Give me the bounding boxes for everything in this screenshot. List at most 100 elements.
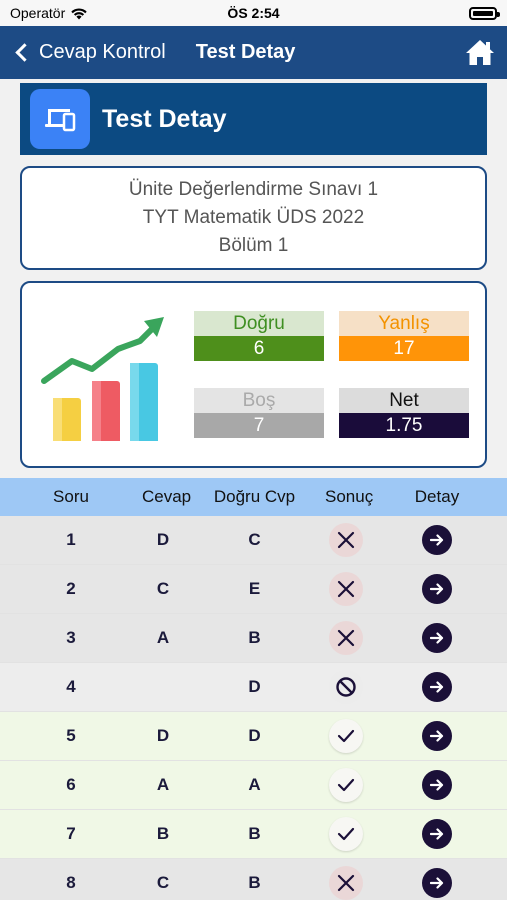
header-card: Test Detay <box>20 83 487 155</box>
exam-subject: TYT Matematik ÜDS 2022 <box>142 207 365 228</box>
row-soru: 3 <box>66 628 76 647</box>
header-dogru-cvp: Doğru Cvp <box>213 487 296 506</box>
row-sonuc <box>325 572 367 606</box>
row-cevap: A <box>156 628 170 647</box>
table-row: 1 D C <box>0 516 507 565</box>
exam-name: Ünite Değerlendirme Sınavı 1 <box>128 179 379 200</box>
row-soru: 6 <box>66 775 76 794</box>
row-soru: 1 <box>66 530 76 549</box>
table-row: 3 A B <box>0 614 507 663</box>
row-sonuc <box>325 621 367 655</box>
back-button[interactable]: Cevap Kontrol <box>14 41 166 64</box>
growth-chart-icon <box>41 317 164 441</box>
stat-net-value: 1.75 <box>339 413 469 438</box>
stat-empty-label: Boş <box>194 388 324 413</box>
nav-bar: Cevap Kontrol Test Detay <box>0 26 507 79</box>
stat-wrong: Yanlış 17 <box>339 311 469 361</box>
exam-section: Bölüm 1 <box>218 235 289 256</box>
stat-net: Net 1.75 <box>339 388 469 438</box>
row-cevap: D <box>156 530 170 549</box>
wrong-x-icon <box>329 621 363 655</box>
carrier-label: Operatör <box>10 5 66 21</box>
table-row: 2 C E <box>0 565 507 614</box>
detail-arrow-button[interactable] <box>422 819 452 849</box>
wifi-icon <box>71 7 87 19</box>
devices-icon <box>45 109 76 132</box>
table-row: 7 B B <box>0 810 507 859</box>
status-left: Operatör <box>10 5 88 21</box>
detail-arrow-button[interactable] <box>422 525 452 555</box>
detail-arrow-button[interactable] <box>422 623 452 653</box>
arrow-right-icon <box>430 730 444 742</box>
row-cevap: C <box>156 873 170 892</box>
device-icon <box>30 89 90 149</box>
stat-wrong-label: Yanlış <box>339 311 469 336</box>
stat-empty-value: 7 <box>194 413 324 438</box>
back-button-label: Cevap Kontrol <box>39 41 166 63</box>
row-sonuc <box>325 768 367 802</box>
chevron-left-icon <box>15 43 34 62</box>
nav-title: Test Detay <box>195 41 296 63</box>
table-header: Soru Cevap Doğru Cvp Sonuç Detay <box>0 478 507 516</box>
row-detay <box>367 721 507 751</box>
row-detay <box>367 574 507 604</box>
arrow-right-icon <box>430 828 444 840</box>
wrong-x-icon <box>329 572 363 606</box>
detail-arrow-button[interactable] <box>422 672 452 702</box>
table-body: 1DC2CE3AB4D5DD6AA7BB8CB <box>0 516 507 900</box>
stat-empty: Boş 7 <box>194 388 324 438</box>
stat-net-label: Net <box>339 388 469 413</box>
row-soru: 7 <box>66 824 76 843</box>
header-cevap: Cevap <box>142 487 192 506</box>
row-detay <box>367 525 507 555</box>
header-sonuc: Sonuç <box>325 487 374 506</box>
answers-table: Soru Cevap Doğru Cvp Sonuç Detay 1 D C 2 C E 3… <box>0 478 507 900</box>
detail-arrow-button[interactable] <box>422 574 452 604</box>
row-cevap: A <box>156 775 170 794</box>
row-dogru-cvp: A <box>248 775 261 794</box>
battery-icon <box>469 6 500 20</box>
wrong-x-icon <box>329 523 363 557</box>
row-detay <box>367 770 507 800</box>
row-cevap: B <box>156 824 170 843</box>
arrow-right-icon <box>430 779 444 791</box>
row-sonuc <box>325 670 367 704</box>
status-bar: Operatör ÖS 2:54 <box>0 0 507 26</box>
row-dogru-cvp: C <box>248 530 261 549</box>
row-dogru-cvp: E <box>248 579 261 598</box>
stat-correct-value: 6 <box>194 336 324 361</box>
checkmark-icon <box>329 768 363 802</box>
detail-arrow-button[interactable] <box>422 721 452 751</box>
row-detay <box>367 819 507 849</box>
row-detay <box>367 623 507 653</box>
row-dogru-cvp: D <box>248 677 261 696</box>
header-title: Test Detay <box>102 104 227 133</box>
row-soru: 2 <box>66 579 76 598</box>
row-sonuc <box>325 866 367 900</box>
status-time: ÖS 2:54 <box>227 5 280 21</box>
table-row: 6 A A <box>0 761 507 810</box>
row-detay <box>367 672 507 702</box>
arrow-right-icon <box>430 632 444 644</box>
row-soru: 8 <box>66 873 76 892</box>
home-icon[interactable] <box>465 38 495 66</box>
checkmark-icon <box>329 719 363 753</box>
wrong-x-icon <box>329 866 363 900</box>
test-info-card: Ünite Değerlendirme Sınavı 1 TYT Matemat… <box>20 166 487 270</box>
stat-wrong-value: 17 <box>339 336 469 361</box>
row-dogru-cvp: B <box>248 628 261 647</box>
arrow-right-icon <box>430 681 444 693</box>
header-soru: Soru <box>53 487 89 506</box>
checkmark-icon <box>329 817 363 851</box>
row-dogru-cvp: B <box>248 873 261 892</box>
row-sonuc <box>325 523 367 557</box>
no-entry-icon <box>329 670 363 704</box>
detail-arrow-button[interactable] <box>422 868 452 898</box>
row-detay <box>367 868 507 898</box>
arrow-right-icon <box>430 583 444 595</box>
detail-arrow-button[interactable] <box>422 770 452 800</box>
row-soru: 5 <box>66 726 76 745</box>
row-soru: 4 <box>66 677 76 696</box>
row-cevap: D <box>156 726 170 745</box>
table-row: 4D <box>0 663 507 712</box>
